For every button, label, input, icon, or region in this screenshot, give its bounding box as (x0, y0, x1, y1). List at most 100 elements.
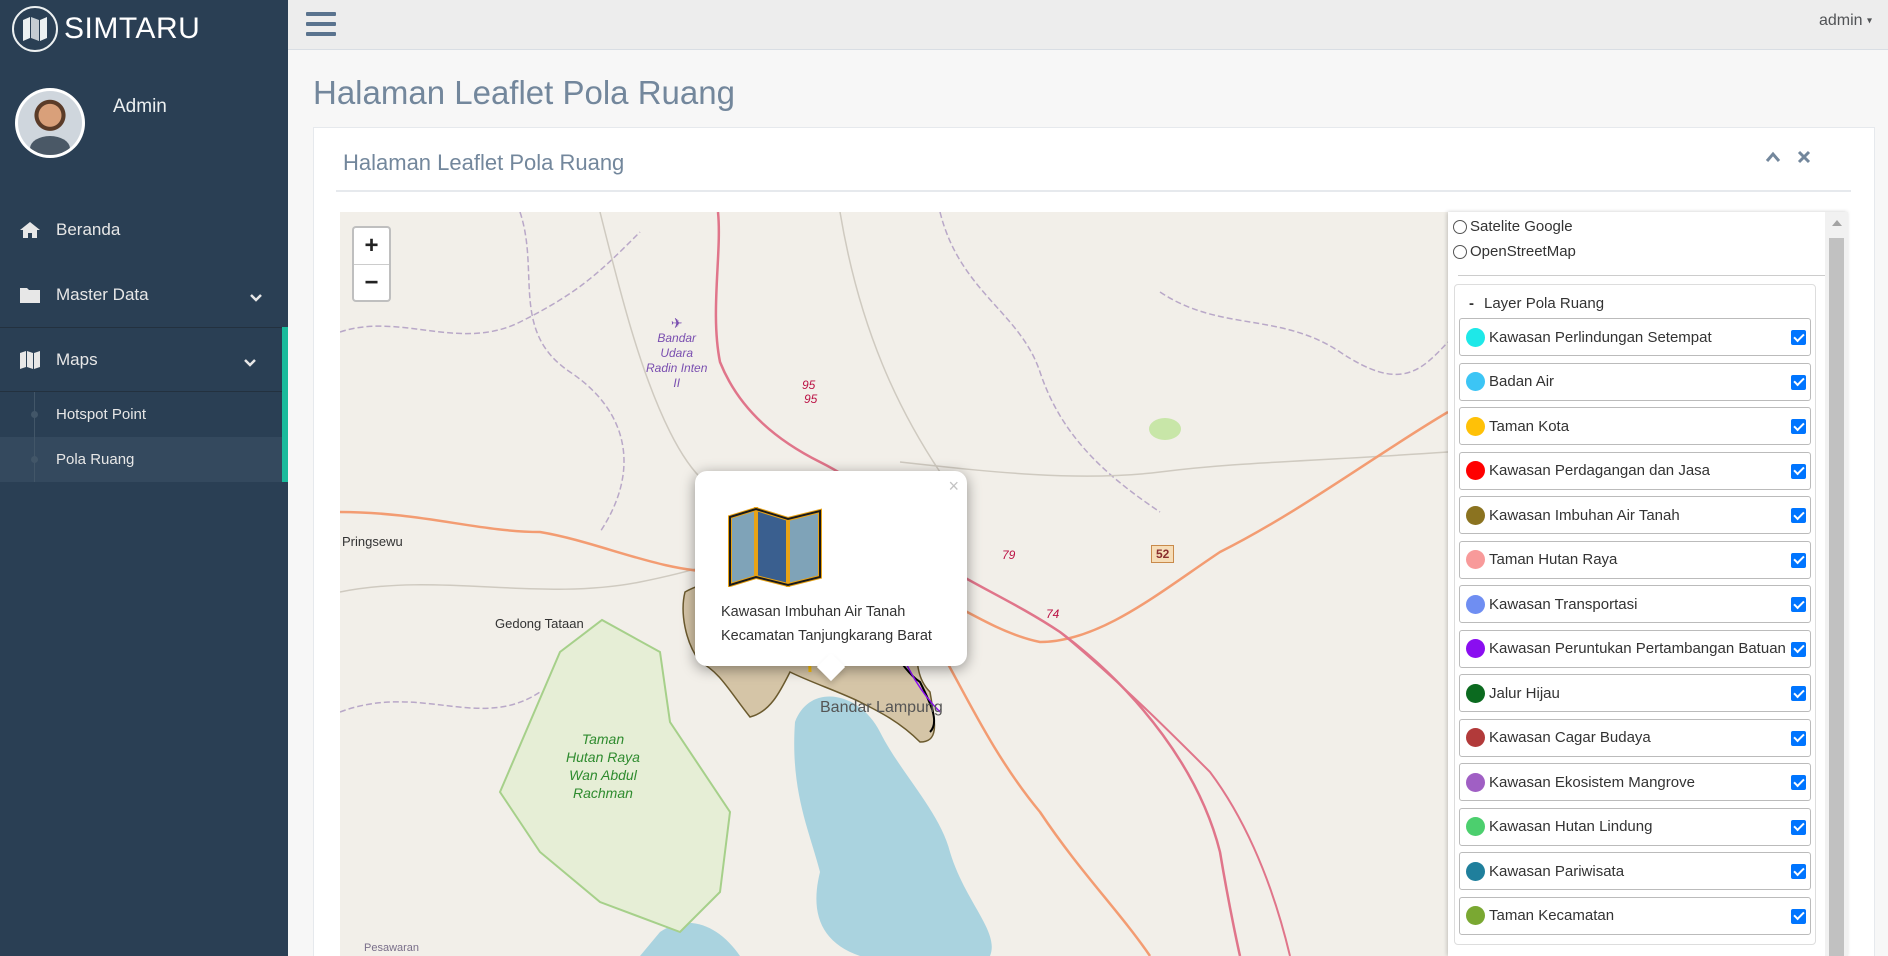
layer-item[interactable]: Kawasan Peruntukan Pertambangan Batuan (1459, 629, 1811, 668)
layer-item[interactable]: Taman Kota (1459, 407, 1811, 445)
sidebar-item-beranda[interactable]: Beranda (0, 197, 288, 262)
close-icon[interactable]: × (948, 476, 959, 497)
layer-item[interactable]: Kawasan Perlindungan Setempat (1459, 318, 1811, 356)
road-number-95: 95 (804, 392, 818, 406)
layer-checkbox[interactable] (1791, 374, 1806, 390)
radio-button[interactable] (1453, 244, 1467, 259)
panel-header: Halaman Leaflet Pola Ruang (336, 128, 1851, 192)
group-collapse-toggle[interactable]: - (1469, 295, 1474, 312)
layer-checkbox[interactable] (1791, 597, 1806, 612)
layer-checkbox[interactable] (1791, 508, 1806, 523)
layer-item[interactable]: Kawasan Cagar Budaya (1459, 718, 1811, 757)
layer-control: Satelite Google OpenStreetMap - Layer Po… (1448, 212, 1848, 956)
scroll-thumb[interactable] (1829, 238, 1844, 956)
road-shield-52: 52 (1151, 545, 1175, 563)
layer-checkbox[interactable] (1791, 419, 1806, 434)
layer-item[interactable]: Kawasan Hutan Lindung (1459, 807, 1811, 846)
layer-group-pola-ruang: - Layer Pola Ruang Kawasan Perlindungan … (1454, 284, 1816, 945)
zoom-in-button[interactable]: + (354, 228, 389, 264)
leaflet-map[interactable]: + − Pringsewu Gedong Tataan Taman Hutan … (340, 212, 1448, 956)
map-icon (18, 350, 42, 370)
sidebar-item-label: Beranda (56, 219, 121, 239)
page-title: Halaman Leaflet Pola Ruang (313, 74, 735, 111)
close-icon[interactable] (1797, 150, 1811, 169)
layer-color-swatch (1466, 772, 1485, 792)
popup-content: Kawasan Imbuhan Air Tanah Kecamatan Tanj… (721, 600, 932, 648)
sidebar-menu: Beranda Master Data Maps (0, 197, 288, 392)
layer-label: Kawasan Cagar Budaya (1489, 729, 1651, 746)
maps-submenu: Hotspot Point Pola Ruang (0, 392, 288, 482)
layer-item[interactable]: Jalur Hijau (1459, 674, 1811, 712)
chevron-down-icon (249, 288, 263, 308)
park-label-line: Taman (581, 731, 625, 747)
layer-label: Kawasan Perlindungan Setempat (1489, 328, 1712, 346)
layer-item[interactable]: Taman Hutan Raya (1459, 540, 1811, 579)
map-label-bandar-lampung: Bandar Lampung (820, 699, 943, 716)
layer-item[interactable]: Badan Air (1459, 362, 1811, 401)
layer-group-header[interactable]: - Layer Pola Ruang (1459, 288, 1811, 318)
user-menu[interactable]: admin ▾ (1819, 12, 1872, 30)
layer-label: Taman Hutan Raya (1489, 551, 1618, 568)
brand[interactable]: SIMTARU (0, 0, 288, 58)
airport-label-line: Radin Inten (646, 361, 708, 375)
layer-checkbox[interactable] (1791, 908, 1806, 924)
layer-label: Kawasan Hutan Lindung (1489, 818, 1653, 835)
panel-tools (1765, 150, 1811, 169)
basemap-label: Satelite Google (1470, 218, 1573, 235)
layer-color-swatch (1466, 728, 1485, 747)
layer-checkbox[interactable] (1791, 641, 1806, 657)
basemap-label: OpenStreetMap (1470, 243, 1576, 260)
avatar (15, 88, 85, 158)
sidebar-item-maps[interactable]: Maps (0, 327, 288, 392)
map-label-park: Taman Hutan Raya Wan Abdul Rachman (566, 730, 640, 802)
layer-item[interactable]: Kawasan Perdagangan dan Jasa (1459, 451, 1811, 490)
sidebar-item-label: Master Data (56, 284, 149, 304)
layer-label: Kawasan Transportasi (1489, 595, 1638, 613)
layer-item[interactable]: Kawasan Pariwisata (1459, 852, 1811, 890)
radio-button[interactable] (1453, 219, 1467, 234)
layer-item[interactable]: Kawasan Imbuhan Air Tanah (1459, 496, 1811, 534)
layer-checkbox[interactable] (1791, 864, 1806, 879)
scrollbar[interactable] (1825, 212, 1848, 956)
layer-checkbox[interactable] (1791, 330, 1806, 345)
layer-checkbox[interactable] (1791, 819, 1806, 835)
caret-down-icon: ▾ (1866, 15, 1872, 27)
layer-color-swatch (1466, 550, 1485, 569)
layer-item[interactable]: Kawasan Transportasi (1459, 585, 1811, 623)
sidebar-subitem-hotspot-point[interactable]: Hotspot Point (0, 392, 282, 437)
zoom-out-button[interactable]: − (354, 264, 389, 300)
menu-toggle-icon[interactable] (306, 12, 336, 38)
panel-title: Halaman Leaflet Pola Ruang (343, 150, 625, 175)
layer-label: Taman Kota (1489, 417, 1570, 435)
popup-line-kecamatan: Kecamatan Tanjungkarang Barat (721, 628, 932, 644)
road-number-79: 79 (1002, 548, 1016, 562)
layer-color-swatch (1466, 327, 1485, 347)
layer-checkbox[interactable] (1791, 730, 1806, 746)
map-label-pesawaran: Pesawaran (364, 942, 420, 954)
park-label-line: Hutan Raya (566, 749, 640, 765)
popup-line-layer: Kawasan Imbuhan Air Tanah (721, 604, 906, 620)
layer-checkbox[interactable] (1791, 686, 1806, 701)
sidebar: SIMTARU Admin Beranda Master Data Maps H… (0, 0, 288, 956)
airplane-icon: ✈ (670, 315, 683, 331)
layer-color-swatch (1466, 505, 1485, 525)
basemap-option-osm[interactable]: OpenStreetMap (1448, 239, 1848, 264)
layer-checkbox[interactable] (1791, 775, 1806, 790)
collapse-icon[interactable] (1765, 150, 1781, 169)
road-number-74: 74 (1046, 607, 1060, 621)
layer-item[interactable]: Kawasan Ekosistem Mangrove (1459, 763, 1811, 801)
park-label-line: Wan Abdul (569, 767, 637, 783)
map-label-pringsewu: Pringsewu (342, 534, 403, 549)
chevron-down-icon (243, 353, 257, 373)
layer-color-swatch (1466, 461, 1485, 480)
layer-label: Kawasan Ekosistem Mangrove (1489, 773, 1695, 791)
layer-checkbox[interactable] (1791, 463, 1806, 479)
layer-checkbox[interactable] (1791, 552, 1806, 568)
map-popup: × Kawasan Imbuhan Air Tanah Kecamatan Ta… (695, 471, 967, 666)
basemap-option-satellite[interactable]: Satelite Google (1448, 214, 1848, 239)
sidebar-item-master-data[interactable]: Master Data (0, 262, 288, 327)
scroll-up-arrow-icon[interactable] (1832, 220, 1842, 226)
layer-group-title: Layer Pola Ruang (1484, 294, 1605, 312)
sidebar-subitem-pola-ruang[interactable]: Pola Ruang (0, 437, 282, 482)
layer-item[interactable]: Taman Kecamatan (1459, 896, 1811, 935)
